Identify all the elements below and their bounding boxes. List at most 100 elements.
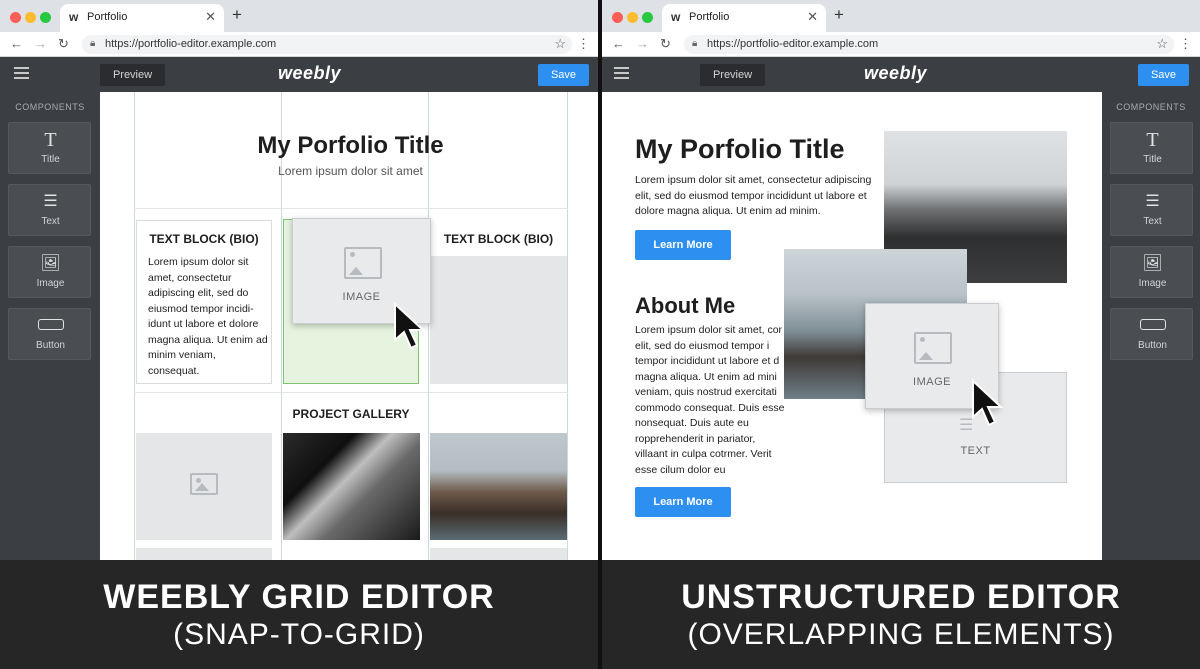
learn-more-button[interactable]: Learn More <box>635 230 731 260</box>
star-icon[interactable]: ☆ <box>554 36 566 52</box>
gallery-image-cliff[interactable] <box>430 433 567 540</box>
url-field[interactable]: 🔒︎ https://portfolio-editor.example.com … <box>684 35 1174 54</box>
forward-arrow-icon[interactable]: → <box>636 36 649 51</box>
url-text: https://portfolio-editor.example.com <box>707 38 879 50</box>
title-T-icon: T <box>44 129 57 151</box>
maximize-window-button[interactable] <box>642 12 653 23</box>
gallery-image-placeholder[interactable] <box>136 548 272 560</box>
about-heading[interactable]: About Me <box>635 293 735 319</box>
button-icon <box>1111 315 1194 330</box>
hamburger-menu-icon[interactable] <box>14 67 29 79</box>
component-image[interactable]: 🖼︎ Image <box>8 246 91 298</box>
component-label: Image <box>36 278 65 289</box>
gallery-image-placeholder[interactable] <box>430 548 567 560</box>
page-title[interactable]: My Porfolio Title <box>635 134 845 165</box>
image-icon: 🖼︎ <box>1142 255 1163 272</box>
grid-line <box>134 392 568 393</box>
component-title[interactable]: T Title <box>8 122 91 174</box>
left-caption-main: WEEBLY GRID EDITOR <box>103 578 495 616</box>
close-window-button[interactable] <box>10 12 21 23</box>
weebly-logo: weebly <box>864 63 928 83</box>
image-icon <box>914 332 952 364</box>
right-caption-main: UNSTRUCTURED EDITOR <box>681 578 1121 616</box>
url-field[interactable]: 🔒︎ https://portfolio-editor.example.com … <box>82 35 572 54</box>
forward-arrow-icon[interactable]: → <box>34 36 47 51</box>
gallery-heading: PROJECT GALLERY <box>292 407 410 421</box>
component-label: Button <box>36 340 65 351</box>
about-text[interactable]: Lorem ipsum dolor sit amet, cor elit, se… <box>635 323 790 473</box>
save-button[interactable]: Save <box>1138 64 1189 86</box>
gallery-image-placeholder[interactable] <box>136 433 272 540</box>
title-T-icon: T <box>1146 129 1159 151</box>
component-title[interactable]: T Title <box>1110 122 1193 174</box>
save-button[interactable]: Save <box>538 64 589 86</box>
component-label: Title <box>1143 154 1162 165</box>
preview-button[interactable]: Preview <box>100 64 165 86</box>
star-icon[interactable]: ☆ <box>1156 36 1168 52</box>
bio-heading: TEXT BLOCK (BIO) <box>149 232 259 246</box>
grid-line <box>567 92 568 560</box>
image-icon <box>344 247 382 279</box>
tab-title: Portfolio <box>87 11 128 23</box>
image-icon: 🖼︎ <box>40 255 61 272</box>
grid-line <box>134 92 135 560</box>
right-caption: UNSTRUCTURED EDITOR (OVERLAPPING ELEMENT… <box>602 560 1200 669</box>
browser-tab-bar: w Portfolio ✕ + <box>0 0 598 32</box>
browser-tab[interactable]: w Portfolio ✕ <box>60 4 224 32</box>
component-button[interactable]: Button <box>1110 308 1193 360</box>
minimize-window-button[interactable] <box>627 12 638 23</box>
tab-title: Portfolio <box>689 11 730 23</box>
component-button[interactable]: Button <box>8 308 91 360</box>
component-label: Text <box>41 216 60 227</box>
text-lines-icon: ☰ <box>1145 193 1160 210</box>
unstructured-editor-window: w Portfolio ✕ + ← → ↻ 🔒︎ https://portfol… <box>602 0 1200 560</box>
menu-dots-icon[interactable]: ⋮ <box>1179 36 1192 52</box>
intro-text[interactable]: Lorem ipsum dolor sit amet, consectetur … <box>635 173 880 220</box>
back-arrow-icon[interactable]: ← <box>10 36 23 51</box>
editor-toolbar: Preview weebly Save <box>602 57 1200 92</box>
component-label: Image <box>1138 278 1167 289</box>
component-image[interactable]: 🖼︎ Image <box>1110 246 1193 298</box>
lock-icon: 🔒︎ <box>692 38 698 49</box>
component-label: Title <box>41 154 60 165</box>
reload-icon[interactable]: ↻ <box>58 36 69 52</box>
preview-button[interactable]: Preview <box>700 64 765 86</box>
browser-tab[interactable]: w Portfolio ✕ <box>662 4 826 32</box>
weebly-favicon-icon: w <box>69 10 79 24</box>
maximize-window-button[interactable] <box>40 12 51 23</box>
new-tab-icon[interactable]: + <box>834 5 844 25</box>
new-tab-icon[interactable]: + <box>232 5 242 25</box>
page-subtitle[interactable]: Lorem ipsum dolor sit amet <box>134 164 567 178</box>
text-lines-icon: ☰ <box>43 193 58 210</box>
component-text[interactable]: ☰ Text <box>1110 184 1193 236</box>
minimize-window-button[interactable] <box>25 12 36 23</box>
tab-close-icon[interactable]: ✕ <box>205 9 216 25</box>
freeform-canvas: My Porfolio Title Lorem ipsum dolor sit … <box>602 92 1102 560</box>
grid-line <box>134 208 568 209</box>
window-controls <box>10 10 55 28</box>
grid-canvas: My Porfolio Title Lorem ipsum dolor sit … <box>100 92 598 560</box>
close-window-button[interactable] <box>612 12 623 23</box>
url-text: https://portfolio-editor.example.com <box>105 38 277 50</box>
back-arrow-icon[interactable]: ← <box>612 36 625 51</box>
hamburger-menu-icon[interactable] <box>614 67 629 79</box>
grid-line <box>281 92 282 560</box>
page-title[interactable]: My Porfolio Title <box>134 132 567 160</box>
address-bar: ← → ↻ 🔒︎ https://portfolio-editor.exampl… <box>0 32 598 57</box>
gallery-image-abstract[interactable] <box>283 433 420 540</box>
left-caption-sub: (SNAP-TO-GRID) <box>173 618 425 651</box>
tab-close-icon[interactable]: ✕ <box>807 9 818 25</box>
image-icon <box>190 473 218 495</box>
menu-dots-icon[interactable]: ⋮ <box>577 36 590 52</box>
image-placeholder[interactable] <box>430 256 567 384</box>
component-text[interactable]: ☰ Text <box>8 184 91 236</box>
editor-toolbar: Preview weebly Save <box>0 57 598 92</box>
weebly-logo: weebly <box>278 63 342 83</box>
learn-more-button[interactable]: Learn More <box>635 487 731 517</box>
mouse-cursor-icon <box>972 379 1004 427</box>
bio-heading: TEXT BLOCK (BIO) <box>443 232 554 246</box>
components-title: COMPONENTS <box>1116 102 1186 112</box>
grid-editor-window: w Portfolio ✕ + ← → ↻ 🔒︎ https://portfol… <box>0 0 598 560</box>
window-controls <box>612 10 657 28</box>
reload-icon[interactable]: ↻ <box>660 36 671 52</box>
